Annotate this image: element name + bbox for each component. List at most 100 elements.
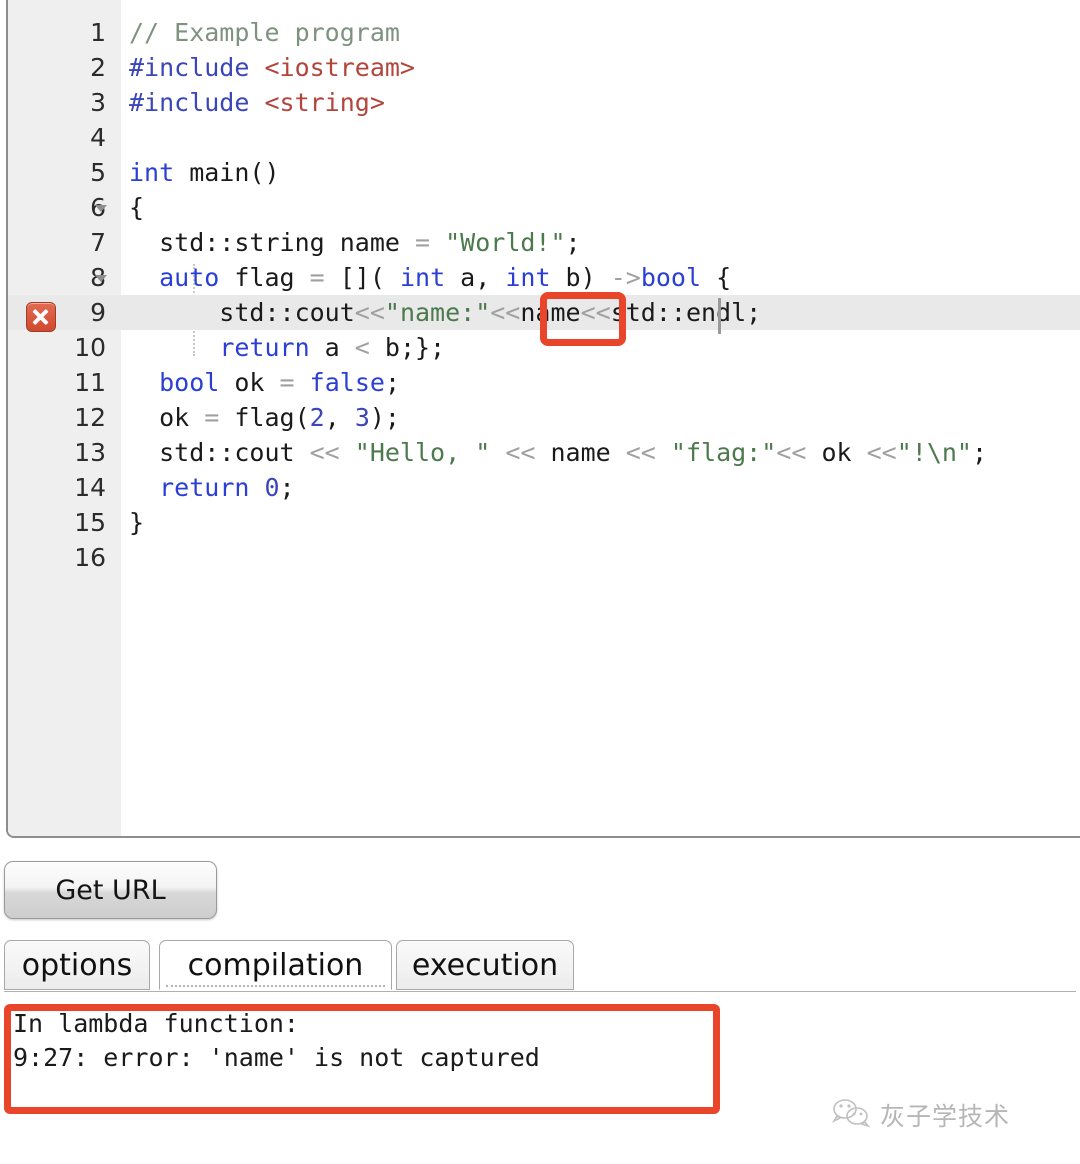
code-token: ; <box>565 228 581 257</box>
code-token: ; <box>971 438 988 467</box>
code-line[interactable] <box>121 120 1080 155</box>
line-number: 10 <box>74 333 106 362</box>
code-line[interactable]: // Example program <box>121 15 1080 50</box>
code-token: return <box>219 333 310 362</box>
code-token: std::cout <box>129 298 355 327</box>
line-number: 9 <box>90 298 106 327</box>
code-token: ; <box>279 473 295 502</box>
compilation-output-panel[interactable]: In lambda function: 9:27: error: 'name' … <box>4 1004 720 1114</box>
code-token: "Hello, " <box>354 438 491 467</box>
code-token: []( <box>324 263 400 292</box>
get-url-button[interactable]: Get URL <box>4 861 217 919</box>
code-token: { <box>701 263 732 292</box>
code-token: 2 <box>309 403 325 432</box>
fold-arrow-icon[interactable] <box>92 260 110 295</box>
code-token: flag <box>219 263 310 292</box>
line-number: 4 <box>90 123 106 152</box>
code-line[interactable]: #include <string> <box>121 85 1080 120</box>
error-x-icon[interactable] <box>26 302 56 332</box>
line-number: 15 <box>74 508 106 537</box>
tabs-baseline <box>4 991 1076 992</box>
tab-focus-underline <box>166 985 385 987</box>
code-token: << <box>309 438 340 467</box>
line-number: 12 <box>74 403 106 432</box>
code-token: // Example program <box>129 18 400 47</box>
code-token: name <box>535 438 626 467</box>
code-line[interactable]: std::cout<<"name:"<<name<<std::endl; <box>121 295 1080 330</box>
code-token: #include <box>129 53 265 82</box>
code-editor-panel[interactable]: 1 // Example program 2 #include <iostream> 3… <box>6 0 1080 838</box>
code-token: "!\n" <box>896 438 972 467</box>
tab-compilation[interactable]: compilation <box>159 940 392 990</box>
code-token: << <box>354 298 385 327</box>
code-token: "name:" <box>384 298 491 327</box>
tab-execution[interactable]: execution <box>396 940 574 990</box>
code-line[interactable]: std::string name = "World!"; <box>121 225 1080 260</box>
compilation-output-text: In lambda function: 9:27: error: 'name' … <box>13 1009 540 1072</box>
code-token: int <box>129 158 175 187</box>
code-token: "World!" <box>445 228 566 257</box>
code-line[interactable]: return a < b;}; <box>121 330 1080 365</box>
code-token: return <box>159 473 250 502</box>
code-token: = <box>204 403 220 432</box>
output-tabs[interactable]: options compilation execution <box>4 940 1076 992</box>
code-token: 0 <box>264 473 280 502</box>
code-token: auto <box>159 263 220 292</box>
tab-label: options <box>21 947 133 983</box>
code-token: << <box>625 438 656 467</box>
code-token: std::endl; <box>610 298 762 327</box>
code-token: = <box>414 228 431 257</box>
line-number: 1 <box>90 18 106 47</box>
code-line[interactable] <box>121 540 1080 575</box>
code-line[interactable]: ok = flag(2, 3); <box>121 400 1080 435</box>
code-token: { <box>129 193 145 222</box>
code-line[interactable]: } <box>121 505 1080 540</box>
code-token: = <box>309 263 325 292</box>
code-token: ok <box>129 403 205 432</box>
code-token: = <box>279 368 295 397</box>
code-token: ); <box>369 403 400 432</box>
code-token: -> <box>610 263 641 292</box>
code-token: , <box>324 403 355 432</box>
code-token: << <box>580 298 611 327</box>
watermark-text: 灰子学技术 <box>880 1102 1011 1131</box>
code-line[interactable]: return 0; <box>121 470 1080 505</box>
tab-options[interactable]: options <box>4 940 150 990</box>
line-number: 16 <box>74 543 106 572</box>
code-line[interactable]: int main() <box>121 155 1080 190</box>
code-token: #include <box>129 88 265 117</box>
code-token: << <box>866 438 897 467</box>
code-token: << <box>490 298 521 327</box>
code-token: ok <box>219 368 280 397</box>
code-token: a <box>309 333 355 362</box>
line-number: 11 <box>74 368 106 397</box>
code-token: a, <box>445 263 506 292</box>
get-url-label: Get URL <box>55 874 166 906</box>
code-token: b) <box>550 263 611 292</box>
code-token: <string> <box>264 88 385 117</box>
code-token: < <box>354 333 370 362</box>
wechat-icon <box>831 1098 871 1132</box>
code-token: ; <box>384 368 400 397</box>
fold-arrow-icon[interactable] <box>92 190 110 225</box>
code-line[interactable]: auto flag = []( int a, int b) ->bool { <box>121 260 1080 295</box>
line-number: 2 <box>90 53 106 82</box>
line-number: 14 <box>74 473 106 502</box>
code-line[interactable]: #include <iostream> <box>121 50 1080 85</box>
code-line[interactable]: { <box>121 190 1080 225</box>
code-token: std::cout <box>129 438 310 467</box>
line-number: 3 <box>90 88 106 117</box>
code-line[interactable]: std::cout << "Hello, " << name << "flag:… <box>121 435 1080 470</box>
code-token: name <box>520 298 581 327</box>
line-number: 7 <box>90 228 106 257</box>
code-token: std::string name <box>129 228 415 257</box>
code-token: } <box>129 508 145 537</box>
code-line[interactable]: bool ok = false; <box>121 365 1080 400</box>
